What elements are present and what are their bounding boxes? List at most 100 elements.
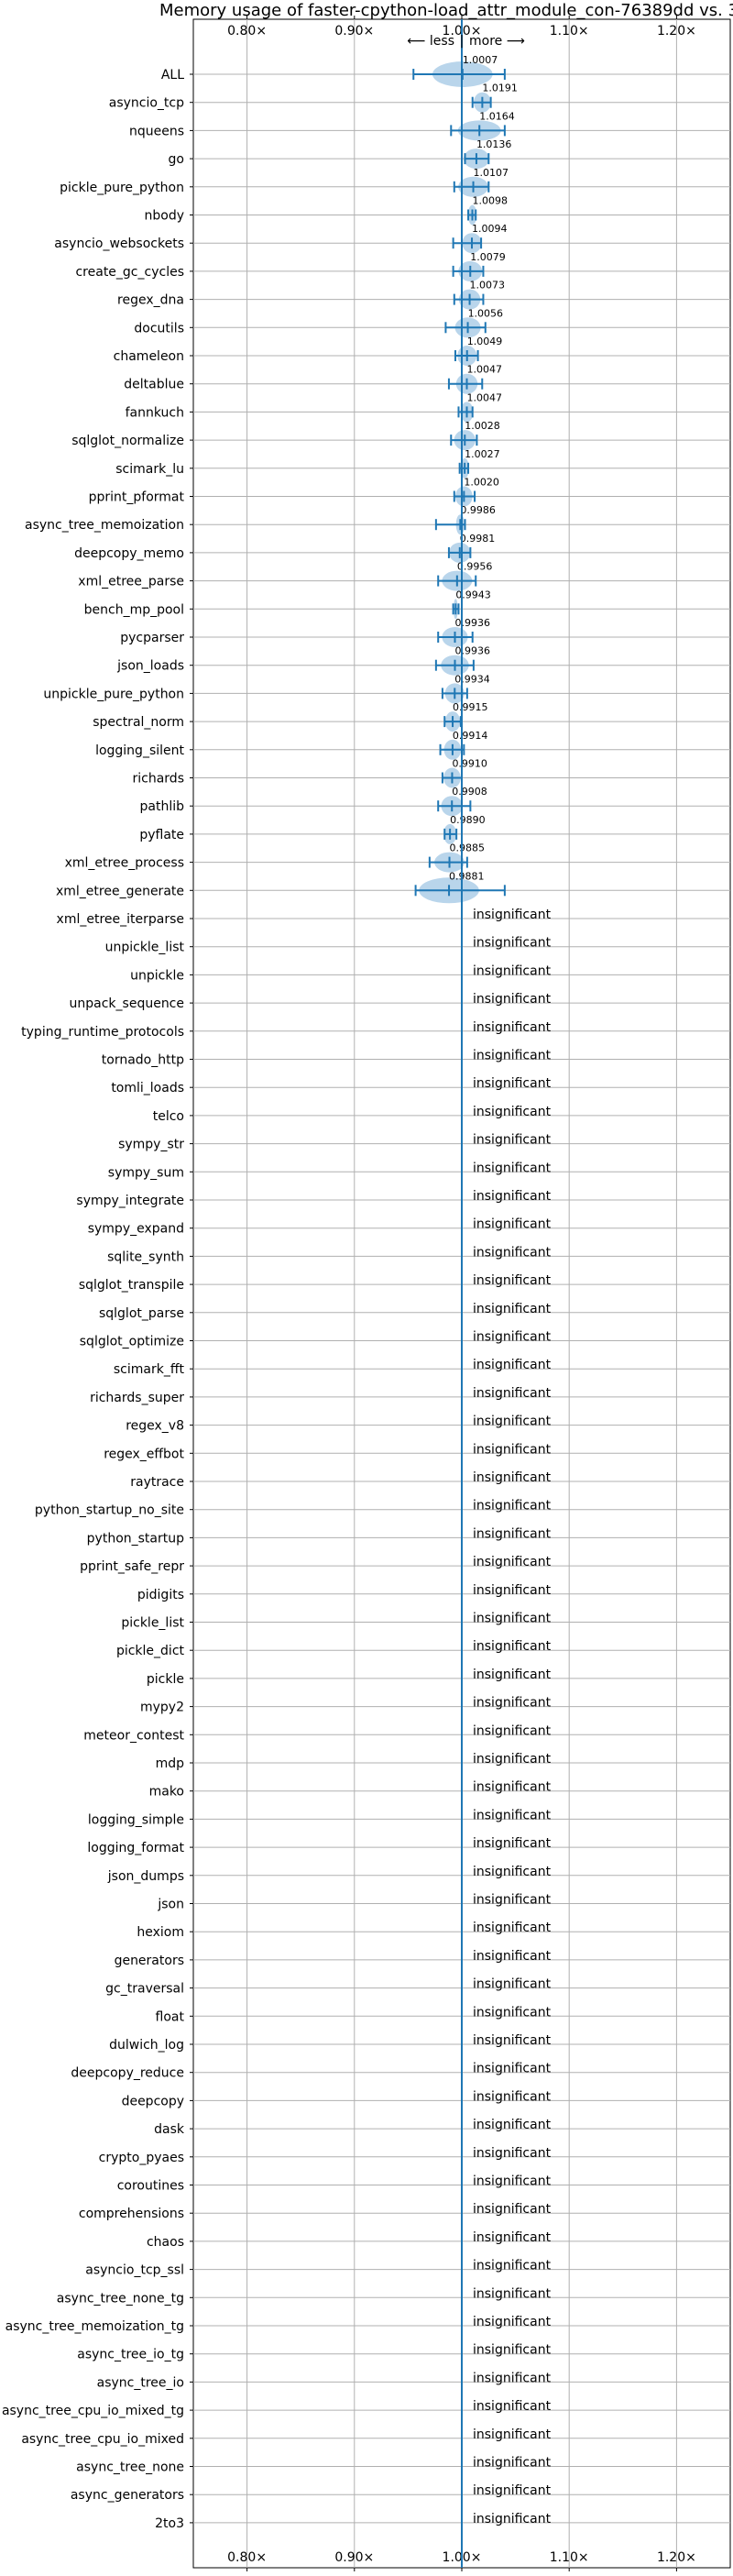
benchmark-name: regex_v8 [126,1419,184,1434]
x-tick-label-top: 1.10× [550,24,589,39]
insignificant-label: insignificant [473,2512,552,2526]
benchmark-name: xml_etree_generate [56,884,184,898]
insignificant-label: insignificant [473,1612,552,1626]
insignificant-label: insignificant [473,1949,552,1964]
memory-usage-chart: Memory usage of faster-cpython-load_attr… [2,1,733,2571]
insignificant-label: insignificant [473,2230,552,2245]
value-label: 0.9881 [449,870,485,882]
insignificant-label: insignificant [473,2118,552,2132]
benchmark-name: deltablue [124,378,184,392]
insignificant-label: insignificant [473,2005,552,2020]
value-label: 0.9936 [454,617,490,629]
insignificant-label: insignificant [473,1302,552,1316]
insignificant-label: insignificant [473,1865,552,1879]
insignificant-label: insignificant [473,2146,552,2161]
benchmark-name: async_tree_none_tg [57,2291,184,2306]
insignificant-label: insignificant [473,2174,552,2189]
benchmark-name: spectral_norm [93,715,184,730]
insignificant-label: insignificant [473,1668,552,1682]
benchmark-name: pprint_pformat [89,490,185,505]
x-axis-ticks: 0.80×0.80×0.90×0.90×1.00×1.00×1.10×1.10×… [190,16,696,2571]
benchmark-name: sympy_sum [108,1165,184,1180]
value-label: 1.0191 [482,83,518,94]
insignificant-label: insignificant [473,2399,552,2414]
benchmark-name: regex_effbot [104,1447,184,1461]
insignificant-label: insignificant [473,1049,552,1063]
benchmark-name: sqlglot_parse [99,1306,184,1321]
benchmark-name: dask [154,2122,185,2137]
benchmark-name: python_startup_no_site [35,1503,184,1518]
benchmark-name: fannkuch [126,405,184,420]
benchmark-name: async_tree_io_tg [77,2348,184,2362]
x-tick-label-bottom: 0.90× [334,2550,374,2565]
insignificant-label: insignificant [473,1893,552,1908]
benchmark-name: asyncio_websockets [54,237,184,251]
benchmark-name: hexiom [137,1925,184,1940]
benchmark-name: chameleon [114,349,184,364]
benchmark-name: docutils [134,321,184,336]
benchmark-name: create_gc_cycles [75,265,184,280]
benchmark-name: unpickle [130,968,184,983]
value-label: 0.9890 [450,814,486,826]
insignificant-label: insignificant [473,1358,552,1372]
benchmark-name: go [169,152,184,167]
benchmark-name: mypy2 [140,1701,184,1715]
x-tick-label-bottom: 1.20× [657,2550,696,2565]
benchmark-name: sympy_integrate [76,1194,184,1208]
insignificant-label: insignificant [473,2343,552,2358]
benchmark-name: pickle_dict [116,1644,185,1658]
value-label: 1.0027 [465,448,500,460]
benchmark-name: xml_etree_process [65,856,184,871]
value-label: 0.9981 [460,533,496,545]
benchmark-name: xml_etree_iterparse [57,912,184,927]
benchmark-name: generators [115,1954,184,1968]
benchmark-name: logging_simple [88,1812,184,1827]
x-tick-label-bottom: 0.80× [227,2550,267,2565]
benchmark-name: meteor_contest [83,1728,184,1743]
benchmark-name: deepcopy_memo [74,546,184,561]
benchmark-name: async_tree_cpu_io_mixed_tg [2,2404,184,2418]
benchmark-name: crypto_pyaes [99,2151,184,2165]
benchmark-name: unpack_sequence [70,996,184,1011]
benchmark-name: richards_super [90,1391,184,1405]
value-label: 1.0047 [467,391,503,403]
benchmark-name: mdp [156,1756,185,1771]
insignificant-label: insignificant [473,1499,552,1514]
benchmark-labels: ALL 1.0007 asyncio_tcp 1.0191 nqueens 1.0164 g… [2,54,552,2531]
benchmark-name: ALL [161,68,184,83]
value-label: 1.0028 [465,420,500,432]
insignificant-label: insignificant [473,1189,552,1204]
benchmark-name: pickle_pure_python [60,181,184,195]
x-tick-label-bottom: 1.10× [550,2550,589,2565]
benchmark-name: scimark_fft [114,1362,185,1377]
insignificant-label: insignificant [473,1780,552,1795]
value-label: 0.9915 [453,701,487,713]
benchmark-name: sqlglot_normalize [71,434,184,448]
benchmark-name: async_tree_cpu_io_mixed [21,2432,184,2447]
insignificant-label: insignificant [473,1217,552,1232]
benchmark-name: chaos [147,2235,184,2250]
benchmark-name: deepcopy_reduce [71,2066,184,2081]
value-label: 1.0056 [468,307,504,319]
insignificant-label: insignificant [473,1076,552,1091]
value-label: 0.9885 [450,842,485,854]
value-label: 1.0094 [472,223,508,235]
benchmark-name: richards [133,772,185,787]
insignificant-label: insignificant [473,1808,552,1822]
insignificant-label: insignificant [473,1330,552,1345]
value-label: 1.0047 [467,364,503,376]
insignificant-label: insignificant [473,2259,552,2273]
benchmark-name: telco [153,1109,184,1124]
chart-title: Memory usage of faster-cpython-load_attr… [159,1,733,20]
insignificant-label: insignificant [473,1526,552,1541]
insignificant-label: insignificant [473,1752,552,1767]
insignificant-label: insignificant [473,963,552,978]
insignificant-label: insignificant [473,1583,552,1598]
benchmark-name: pickle [147,1672,184,1687]
insignificant-label: insignificant [473,2315,552,2329]
benchmark-name: async_generators [71,2488,184,2503]
value-label: 0.9934 [454,673,489,685]
benchmark-name: mako [149,1785,184,1800]
value-label: 1.0079 [470,251,506,263]
insignificant-label: insignificant [473,1921,552,1935]
